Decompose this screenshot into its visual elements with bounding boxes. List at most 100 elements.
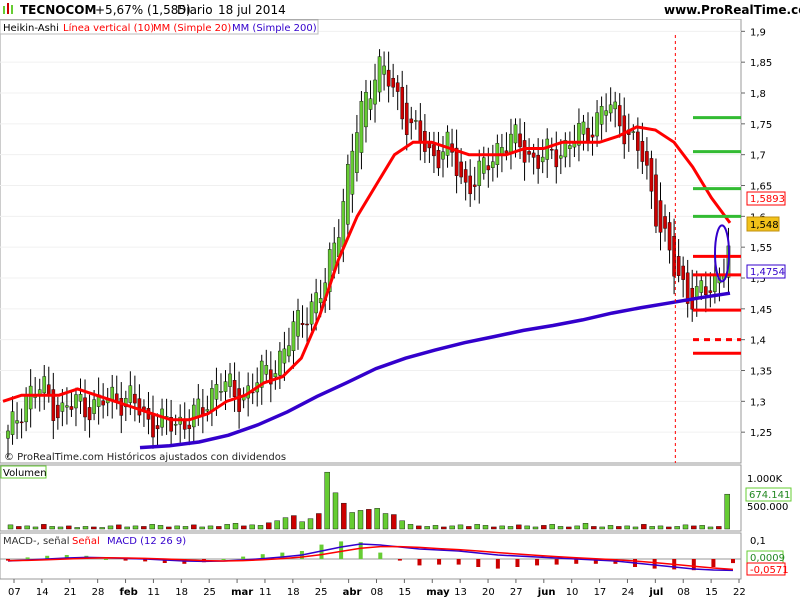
price-tick-label: 1,8 — [750, 89, 766, 100]
candle-body — [92, 399, 96, 414]
candle-body — [364, 91, 368, 128]
volume-title[interactable]: Volumen — [3, 468, 47, 479]
volume-bar — [149, 524, 155, 530]
date-tick-label: 17 — [594, 587, 607, 598]
price-tick-label: 1,3 — [750, 397, 766, 408]
date-tick-label: 07 — [8, 587, 21, 598]
macd-histogram-bar — [241, 556, 246, 559]
volume-bar — [291, 515, 297, 530]
candle-body — [196, 398, 201, 417]
candle-body — [137, 398, 142, 416]
date-tick-label: 11 — [147, 587, 160, 598]
volume-bar — [641, 524, 647, 530]
candle-body — [545, 138, 550, 160]
candle-body — [486, 165, 491, 171]
volume-bar — [157, 525, 164, 530]
site-link[interactable]: www.ProRealTime.com — [664, 3, 800, 17]
volume-bar — [416, 525, 422, 530]
candle-body — [359, 100, 364, 153]
macd-histogram-bar — [495, 559, 500, 569]
volume-bar — [241, 525, 247, 530]
macd-histogram-bar — [456, 559, 461, 565]
candle-body — [101, 400, 105, 406]
candle-body — [119, 398, 124, 416]
candle-body — [287, 345, 291, 357]
candle-body — [46, 384, 51, 395]
date-tick-label: 20 — [482, 587, 495, 598]
candle-body — [182, 420, 187, 430]
date-tick-label: 15 — [705, 587, 718, 598]
candle-body — [472, 184, 477, 187]
volume-bar — [691, 525, 697, 530]
volume-bar — [16, 526, 22, 530]
candle-body — [173, 423, 178, 426]
macd-title-3[interactable]: MACD (12 26 9) — [107, 536, 186, 547]
volume-bar — [282, 517, 289, 530]
volume-bar — [516, 524, 522, 530]
candle-body — [481, 157, 486, 174]
candle-body — [24, 395, 28, 423]
volume-bar — [249, 524, 255, 530]
volume-bar — [449, 525, 455, 530]
macd-histogram-bar — [515, 559, 520, 567]
macd-title-2[interactable]: Señal — [72, 536, 100, 547]
candle-body — [341, 201, 346, 248]
volume-bar — [74, 527, 80, 530]
candle-body — [305, 323, 309, 326]
mm20-label[interactable]: MM (Simple 20) — [153, 23, 231, 34]
volume-bar — [441, 526, 447, 530]
mm200-label[interactable]: MM (Simple 200) — [232, 23, 317, 34]
volume-bar — [41, 524, 47, 530]
mm200-price-label: 1,4754 — [750, 267, 785, 278]
candle-body — [355, 132, 359, 173]
candle-body — [463, 169, 468, 183]
candle-body — [509, 133, 513, 153]
volume-bar — [382, 513, 389, 530]
heikin-label[interactable]: Heikin-Ashi — [3, 23, 59, 34]
volume-bar — [374, 508, 380, 530]
date-axis: 07 14 21 28 feb 11 18 25 mar 11 18 25 abr 08 15 may 13 20… — [8, 579, 746, 598]
volume-bar — [482, 525, 489, 530]
candle-body — [151, 413, 155, 438]
macd-histogram-bar — [535, 559, 540, 566]
volume-bar — [649, 526, 655, 530]
macd-histogram-bar — [437, 559, 442, 565]
date-tick-label: 08 — [371, 587, 384, 598]
macd-tick-01: 0,1 — [750, 536, 766, 547]
date-tick-label: 28 — [92, 587, 105, 598]
volume-bar — [674, 526, 680, 530]
price-axis: 1,251,31,351,41,451,51,551,61,651,71,751… — [741, 27, 772, 439]
macd-title-1[interactable]: MACD-, señal — [3, 536, 70, 547]
vline-label[interactable]: Línea vertical (10) — [63, 22, 154, 34]
macd-histogram-bar — [339, 541, 344, 559]
date-tick-label: 21 — [64, 587, 77, 598]
date-text: 18 jul 2014 — [218, 3, 286, 17]
volume-bar — [541, 525, 547, 530]
candle-body — [468, 175, 472, 195]
candle-body — [60, 402, 65, 412]
volume-bar — [491, 526, 497, 530]
date-tick-label: may — [426, 587, 450, 598]
volume-bar — [132, 525, 139, 530]
candle-body — [708, 290, 713, 293]
price-tick-label: 1,7 — [750, 151, 766, 162]
candle-body — [477, 160, 482, 186]
candle-body — [604, 110, 608, 116]
macd-histogram-bar — [397, 559, 402, 561]
volume-bar — [407, 524, 414, 530]
volume-bar — [207, 525, 214, 530]
date-tick-label: jul — [648, 587, 663, 598]
candle-body — [300, 323, 305, 325]
symbol-title: TECNOCOM — [20, 3, 96, 17]
candle-body — [15, 420, 19, 424]
candle-body — [309, 301, 314, 325]
candle-body — [586, 127, 590, 142]
price-tick-label: 1,85 — [750, 58, 772, 69]
volume-bar — [7, 524, 14, 530]
volume-bar — [666, 526, 672, 530]
volume-bar — [166, 526, 172, 530]
candle-body — [214, 384, 219, 400]
date-tick-label: 25 — [315, 587, 328, 598]
candle-body — [568, 145, 572, 149]
volume-bar — [216, 526, 222, 530]
